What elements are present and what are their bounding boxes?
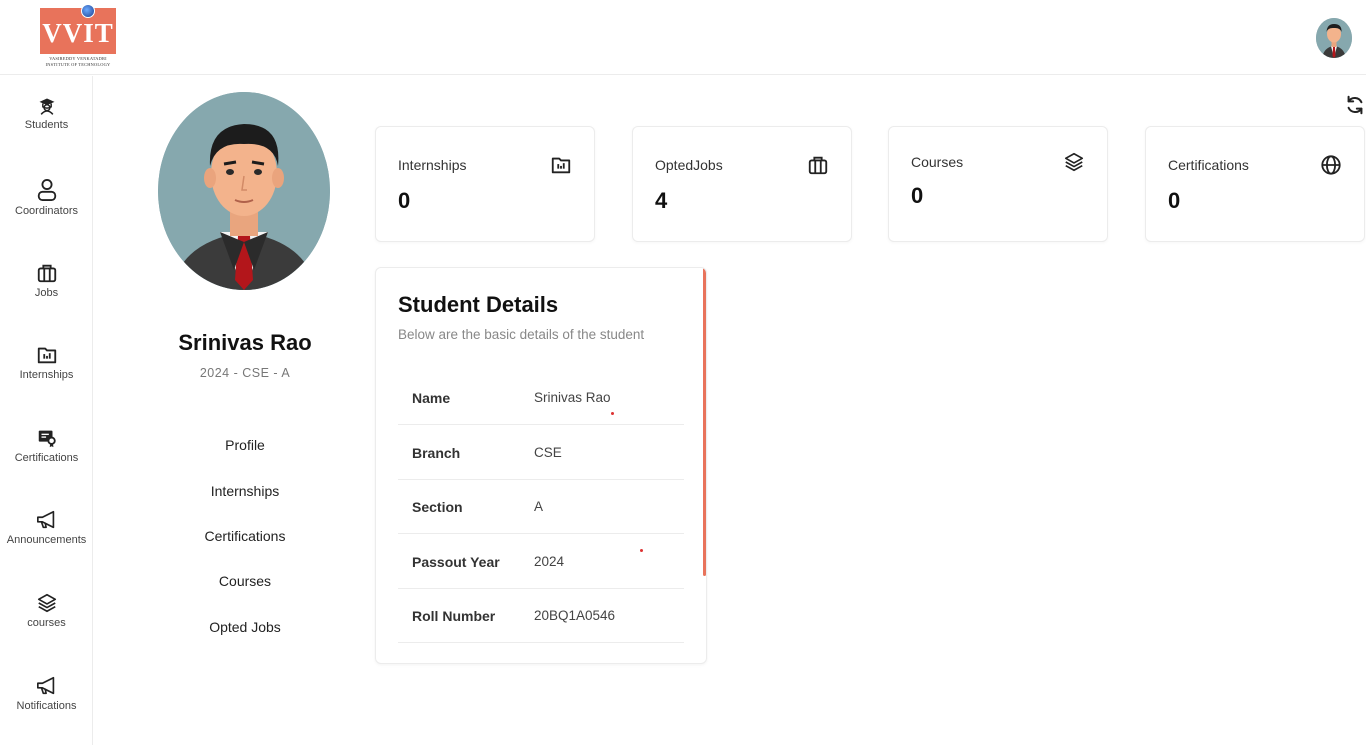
refresh-icon [1347,95,1363,115]
briefcase-icon [37,264,56,283]
detail-row-branch: Branch CSE [398,425,684,480]
sidebar-item-certifications[interactable]: Certifications [0,427,93,489]
detail-key: Section [412,499,463,515]
sidebar-item-internships[interactable]: Internships [0,344,93,406]
sidebar-item-announcements[interactable]: Announcements [0,509,93,571]
internships-link[interactable]: Internships [170,483,320,499]
detail-value: A [534,499,544,514]
stat-value: 4 [655,188,668,213]
sidebar-item-label: Certifications [14,452,79,464]
detail-value: CSE [534,445,562,460]
layers-icon [37,593,56,613]
sidebar-item-label: Announcements [6,534,87,546]
red-dot-marker [611,412,614,415]
sidebar-item-coordinators[interactable]: Coordinators [0,178,93,240]
certifications-link[interactable]: Certifications [170,528,320,544]
sidebar-item-label: Internships [19,369,74,381]
stat-label: Certifications [1168,157,1249,173]
sidebar-item-label: Notifications [16,700,77,712]
detail-value: 2024 [534,554,565,569]
sidebar-item-notifications[interactable]: Notifications [0,675,93,737]
graduate-icon [39,98,54,115]
user-avatar[interactable] [1316,18,1352,58]
student-details-card: Student Details Below are the basic deta… [375,267,707,664]
sidebar-item-label: courses [27,617,66,629]
student-avatar [158,92,330,290]
layers-icon [1064,152,1084,172]
detail-key: Passout Year [412,554,500,570]
globe-emblem-icon [81,4,95,18]
vvit-logo[interactable]: VVIT VASIREDDY VENKATADRI INSTITUTE OF T… [40,4,116,70]
user-icon [37,179,56,201]
details-subtitle: Below are the basic details of the stude… [398,327,645,342]
student-name: Srinivas Rao [178,330,312,355]
detail-key: Roll Number [412,608,496,624]
refresh-button[interactable] [1344,94,1366,118]
stat-label: Courses [911,154,964,170]
stat-card-opted-jobs[interactable]: OptedJobs 4 [632,126,852,242]
profile-link[interactable]: Profile [170,437,320,453]
stat-card-internships[interactable]: Internships 0 [375,126,595,242]
stat-value: 0 [398,188,411,213]
stat-label: Internships [398,157,467,173]
sidebar-item-students[interactable]: Students [0,96,93,158]
stat-card-certifications[interactable]: Certifications 0 [1145,126,1365,242]
logo-subtext: VASIREDDY VENKATADRI INSTITUTE OF TECHNO… [45,56,111,67]
megaphone-icon [36,676,54,695]
globe-icon [1321,155,1341,175]
sidebar-item-label: Coordinators [15,205,78,217]
folder-chart-icon [551,157,571,174]
detail-value: Srinivas Rao [534,390,611,405]
sidebar-item-jobs[interactable]: Jobs [0,262,93,324]
top-bar: VVIT VASIREDDY VENKATADRI INSTITUTE OF T… [0,0,1366,75]
detail-row-name: Name Srinivas Rao [398,370,684,425]
folder-chart-icon [37,347,56,364]
logo-text: VVIT [42,18,114,48]
courses-link[interactable]: Courses [170,573,320,589]
megaphone-icon [36,510,54,529]
opted-jobs-link[interactable]: Opted Jobs [170,619,320,635]
logo-box: VVIT [40,4,116,54]
detail-key: Name [412,390,451,406]
detail-value: 20BQ1A0546 [534,608,616,623]
detail-row-passout-year: Passout Year 2024 [398,534,684,589]
detail-row-roll-number: Roll Number 20BQ1A0546 [398,588,684,643]
sidebar-item-label: Jobs [34,287,59,299]
stat-label: OptedJobs [655,157,723,173]
details-title: Student Details [398,292,559,317]
detail-row-section: Section A [398,479,684,534]
sidebar-item-label: Students [24,119,69,131]
stat-card-courses[interactable]: Courses 0 [888,126,1108,242]
briefcase-icon [808,156,828,175]
student-batch-info: 2024 - CSE - A [199,366,291,380]
detail-key: Branch [412,445,461,461]
stat-value: 0 [1168,188,1181,213]
details-scrollbar[interactable] [703,268,706,576]
certificate-icon [38,430,56,448]
sidebar-item-courses[interactable]: courses [0,592,93,654]
sidebar: Students Coordinators Jobs Internships C… [0,76,93,745]
red-dot-marker [640,549,643,552]
stat-value: 0 [911,183,924,208]
